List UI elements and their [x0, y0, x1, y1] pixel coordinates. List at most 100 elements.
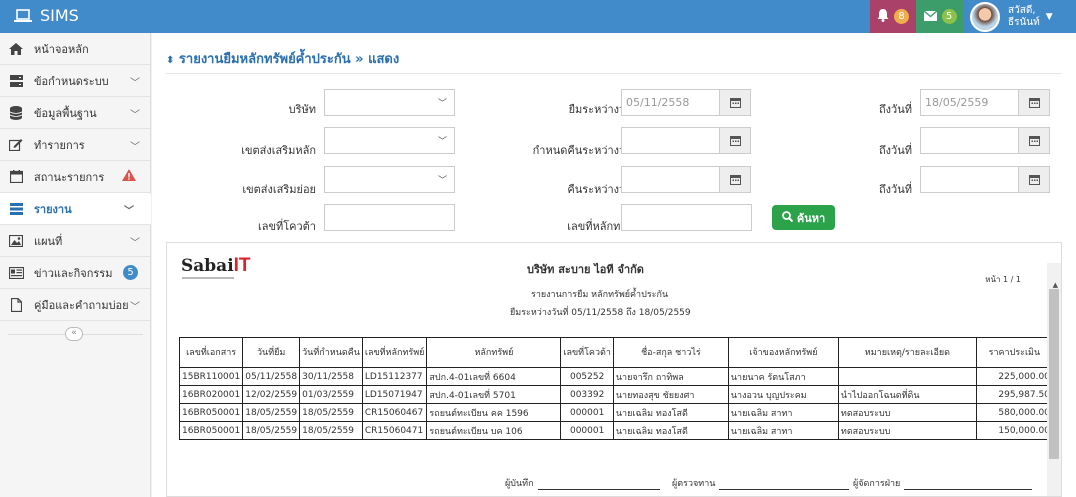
report-preview[interactable]: SabaiIT บริษัท สะบาย ไอที จำกัด หน้า 1 /…	[166, 242, 1062, 497]
column-header: ชื่อ-สกุล ชาวไร่	[612, 337, 729, 368]
calendar-icon[interactable]	[719, 128, 750, 153]
news-count-badge: 5	[123, 265, 138, 280]
chevron-down-icon: ﹀	[437, 176, 447, 186]
page-title: ⬍ รายงานยืมหลักทรัพย์ค้ำประกัน » แสดง	[166, 48, 399, 69]
calendar-icon[interactable]	[719, 90, 750, 115]
calendar-icon[interactable]	[1018, 90, 1049, 115]
column-header: เลขที่เอกสาร	[178, 337, 244, 368]
calendar-icon[interactable]	[1018, 167, 1049, 192]
subdistrict-select[interactable]: ﹀	[324, 166, 455, 193]
caret-down-icon: ▼	[1045, 11, 1053, 22]
table-cell: 005252	[560, 367, 614, 386]
borrow-from-date[interactable]: 05/11/2558	[621, 89, 751, 116]
signature-checker: ผู้ตรวจทาน	[672, 476, 850, 490]
table-cell: ทดสอบระบบ	[837, 421, 977, 440]
sidebar-item-system-settings[interactable]: ข้อกำหนดระบบ ﹀	[0, 65, 150, 97]
table-cell: LD15112377	[361, 367, 428, 386]
report-company: บริษัท สะบาย ไอที จำกัด	[527, 263, 644, 276]
report-scrollbar[interactable]: ▲	[1047, 263, 1061, 496]
table-cell: นายเฉลิม ทองโสดี	[612, 421, 729, 440]
table-cell: รถยนต์ทะเบียน คค 1596	[426, 403, 562, 422]
user-menu[interactable]: สวัสดี, ธีรนันท์ ▼	[964, 0, 1076, 33]
bell-icon	[877, 8, 889, 25]
table-cell: 225,000.00	[975, 367, 1053, 386]
table-cell: 01/03/2559	[299, 385, 363, 404]
column-header: เจ้าของหลักทรัพย์	[727, 337, 839, 368]
sidebar-item-master-data[interactable]: ข้อมูลพื้นฐาน ﹀	[0, 97, 150, 129]
sidebar-item-map[interactable]: แผนที่ ﹀	[0, 225, 150, 257]
home-icon	[8, 41, 24, 57]
report-table: เลขที่เอกสาร วันที่ยืม วันที่กำหนดคืน เล…	[178, 337, 1053, 440]
logo-accent: IT	[233, 255, 251, 276]
app-brand[interactable]: SIMS	[14, 6, 79, 25]
scroll-up-icon[interactable]: ▲	[1053, 281, 1058, 289]
user-greeting: สวัสดี,	[1008, 4, 1036, 16]
search-button-label: ค้นหา	[796, 211, 826, 225]
collapse-sidebar-button[interactable]: «	[65, 327, 83, 341]
table-cell: สปก.4-01เลขที่ 5701	[426, 385, 562, 404]
due-between-label: กำหนดคืนระหว่างวันที่	[532, 144, 640, 157]
signature-label: ผู้จัดการฝ่าย	[853, 479, 901, 489]
messages-button[interactable]: 5	[916, 0, 964, 33]
sidebar-item-news[interactable]: ข่าวและกิจกรรม 5	[0, 257, 150, 289]
borrow-to-date[interactable]: 18/05/2559	[920, 89, 1050, 116]
quota-input[interactable]	[324, 204, 455, 231]
chevron-down-icon: ﹀	[130, 142, 140, 153]
district-select[interactable]: ﹀	[324, 127, 455, 154]
image-icon	[8, 233, 24, 249]
notifications-button[interactable]: 8	[870, 0, 916, 33]
due-from-date[interactable]	[621, 127, 751, 154]
sidebar-item-reports[interactable]: รายงาน ﹀	[0, 193, 151, 225]
report-icon	[8, 201, 24, 217]
return-from-date[interactable]	[621, 166, 751, 193]
sidebar-item-label: คู่มือและคำถามบ่อย	[34, 298, 129, 312]
sidebar-item-manual[interactable]: คู่มือและคำถามบ่อย ﹀	[0, 289, 150, 321]
file-icon	[8, 297, 24, 313]
server-icon	[8, 73, 24, 89]
messages-badge: 5	[941, 9, 957, 24]
table-cell: 150,000.00	[975, 421, 1053, 440]
table-cell: 05/11/2558	[242, 367, 301, 386]
signature-label: ผู้บันทึก	[505, 479, 534, 489]
to-date-label: ถึงวันที่	[879, 183, 912, 196]
search-button[interactable]: ค้นหา	[772, 205, 835, 230]
table-cell: CR15060471	[361, 421, 428, 440]
scroll-thumb[interactable]	[1049, 289, 1059, 459]
chevron-down-icon: ﹀	[437, 99, 447, 109]
sidebar-item-label: หน้าจอหลัก	[34, 42, 89, 56]
table-cell: ทดสอบระบบ	[837, 403, 977, 422]
sidebar-item-transactions[interactable]: ทำรายการ ﹀	[0, 129, 150, 161]
calendar-icon[interactable]	[1018, 128, 1049, 153]
asset-no-input[interactable]	[621, 204, 752, 231]
calendar-icon[interactable]	[719, 167, 750, 192]
column-header: เลขที่โควต้า	[560, 337, 614, 368]
table-cell: 12/02/2559	[242, 385, 301, 404]
table-cell: สปก.4-01เลขที่ 6604	[426, 367, 562, 386]
company-logo: SabaiIT	[181, 255, 251, 277]
sidebar: หน้าจอหลัก ข้อกำหนดระบบ ﹀ ข้อมูลพื้นฐาน …	[0, 33, 151, 497]
notifications-badge: 8	[894, 9, 909, 24]
sort-icon: ⬍	[166, 55, 175, 66]
sidebar-item-home[interactable]: หน้าจอหลัก	[0, 33, 150, 65]
table-cell: 000001	[560, 403, 614, 422]
table-cell: นำไปออกโฉนดที่ดิน	[837, 385, 977, 404]
avatar	[970, 1, 1000, 32]
sidebar-item-label: ทำรายการ	[34, 138, 85, 152]
sidebar-item-label: ข้อมูลพื้นฐาน	[34, 106, 97, 120]
divider	[166, 73, 1062, 74]
column-header: วันที่กำหนดคืน	[299, 337, 363, 368]
company-select[interactable]: ﹀	[324, 89, 455, 116]
district-label: เขตส่งเสริมหลัก	[241, 144, 316, 157]
chevron-down-icon: ﹀	[130, 110, 140, 121]
signature-recorder: ผู้บันทึก	[505, 476, 660, 490]
to-date-label: ถึงวันที่	[879, 144, 912, 157]
due-to-date[interactable]	[920, 127, 1050, 154]
sidebar-item-status[interactable]: สถานะรายการ	[0, 161, 150, 193]
sidebar-item-label: รายงาน	[34, 202, 72, 216]
table-cell: รถยนต์ทะเบียน บค 106	[426, 421, 562, 440]
calendar-icon	[8, 169, 24, 185]
borrow-between-label: ยืมระหว่างวันที่	[568, 103, 640, 116]
company-label: บริษัท	[288, 103, 316, 116]
table-cell: 15BR110001	[178, 367, 244, 386]
return-to-date[interactable]	[920, 166, 1050, 193]
